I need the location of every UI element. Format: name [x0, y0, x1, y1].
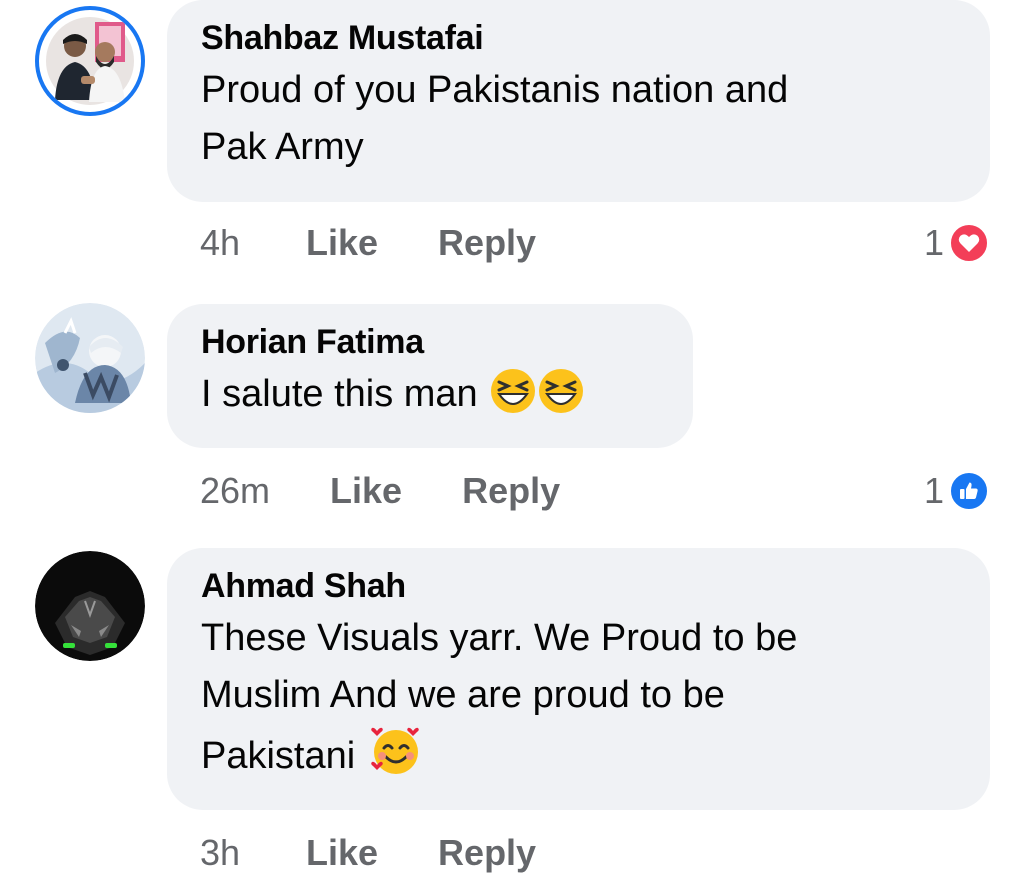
- heart-icon: [948, 222, 990, 264]
- comment-author[interactable]: Horian Fatima: [201, 322, 659, 362]
- laughing-squint-emoji: [538, 368, 584, 414]
- comment-timestamp[interactable]: 26m: [200, 470, 270, 512]
- comment-timestamp[interactable]: 4h: [200, 222, 246, 264]
- like-button[interactable]: Like: [306, 222, 378, 264]
- avatar[interactable]: [35, 551, 145, 661]
- comment-text: I salute this man: [201, 366, 659, 423]
- reaction-count: 1: [923, 470, 944, 511]
- avatar[interactable]: [35, 6, 145, 116]
- reaction-summary[interactable]: 1: [924, 218, 990, 268]
- comment-text-line: Proud of you Pakistanis nation and: [201, 69, 789, 111]
- comment-text-line: Pakistani: [201, 735, 356, 777]
- comment-text: These Visuals yarr. We Proud to be Musli…: [201, 610, 956, 785]
- laughing-squint-emoji: [490, 368, 536, 414]
- comment-text-line: Pak Army: [201, 126, 364, 168]
- comment-item: Shahbaz Mustafai Proud of you Pakistanis…: [0, 0, 1024, 290]
- reply-button[interactable]: Reply: [438, 832, 536, 874]
- thumbs-up-icon: [948, 470, 990, 512]
- comment-bubble: Ahmad Shah These Visuals yarr. We Proud …: [167, 548, 990, 810]
- like-button[interactable]: Like: [306, 832, 378, 874]
- comment-actions: 4h Like Reply: [200, 218, 536, 268]
- comment-text-line: I salute this man: [201, 373, 478, 415]
- comment-actions: 26m Like Reply: [200, 466, 560, 516]
- comment-text: Proud of you Pakistanis nation and Pak A…: [201, 62, 956, 176]
- comment-item: Ahmad Shah These Visuals yarr. We Proud …: [0, 548, 1024, 878]
- avatar[interactable]: [35, 303, 145, 413]
- comment-timestamp[interactable]: 3h: [200, 832, 246, 874]
- comment-author[interactable]: Ahmad Shah: [201, 566, 956, 606]
- comment-item: Horian Fatima I salute this man 26m Like…: [0, 300, 1024, 540]
- comment-actions: 3h Like Reply: [200, 828, 536, 878]
- comment-author[interactable]: Shahbaz Mustafai: [201, 18, 956, 58]
- comment-bubble: Shahbaz Mustafai Proud of you Pakistanis…: [167, 0, 990, 202]
- reaction-count: 1: [923, 222, 944, 263]
- reply-button[interactable]: Reply: [438, 222, 536, 264]
- smiling-face-with-hearts-emoji: [369, 724, 421, 776]
- like-button[interactable]: Like: [330, 470, 402, 512]
- comment-bubble: Horian Fatima I salute this man: [167, 304, 693, 448]
- comment-text-line: Muslim And we are proud to be: [201, 674, 725, 716]
- reaction-summary[interactable]: 1: [924, 466, 990, 516]
- reply-button[interactable]: Reply: [462, 470, 560, 512]
- comment-text-line: These Visuals yarr. We Proud to be: [201, 617, 798, 659]
